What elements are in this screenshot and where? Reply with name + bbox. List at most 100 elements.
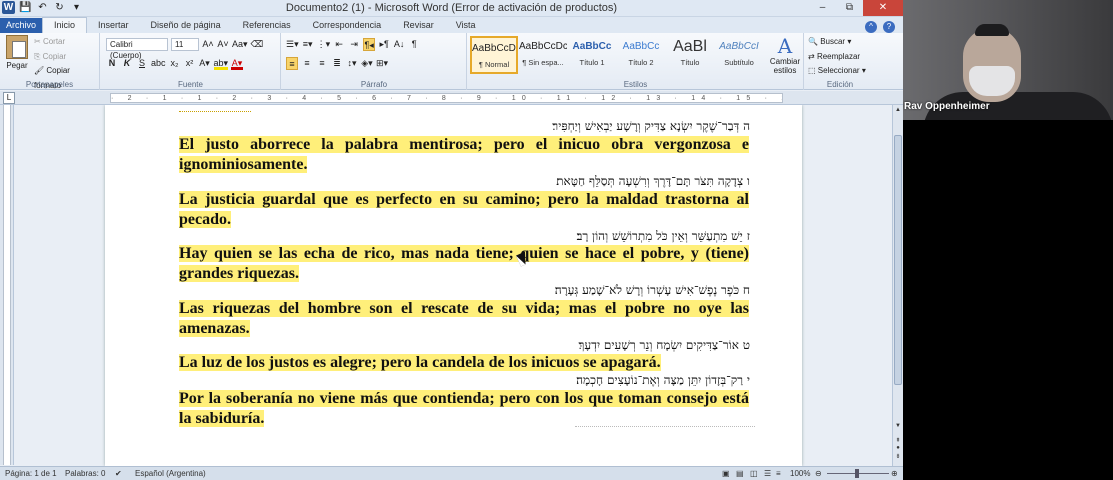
zoom-level[interactable]: 100% — [790, 467, 810, 480]
superscript-icon[interactable]: x² — [184, 57, 196, 70]
tab-vista[interactable]: Vista — [445, 18, 487, 33]
style-titulo-1[interactable]: AaBbCc Título 1 — [568, 36, 616, 74]
font-family-select[interactable]: Calibri (Cuerpo) — [106, 38, 168, 60]
word-count[interactable]: Palabras: 0 — [65, 467, 105, 480]
paragraph-group-label: Párrafo — [360, 80, 388, 89]
underline-icon[interactable]: S — [136, 57, 148, 70]
ruler-scale[interactable]: · 2 · 1 · 1 · 2 · 3 · 4 · 5 · 6 · 7 · 8 … — [110, 93, 783, 103]
copy-button[interactable]: ⎘ Copiar — [34, 50, 99, 65]
strikethrough-icon[interactable]: abc — [151, 57, 166, 70]
italic-icon[interactable]: K — [121, 57, 133, 70]
line-spacing-icon[interactable]: ↕▾ — [346, 57, 358, 70]
proofing-icon[interactable]: ✔ — [115, 467, 122, 480]
view-draft-icon[interactable]: ≡ — [776, 467, 781, 480]
select-label: Seleccionar — [817, 66, 860, 75]
view-full-reading-icon[interactable]: ▤ — [736, 467, 744, 480]
change-styles-button[interactable]: A Cambiar estilos — [767, 35, 803, 75]
subscript-icon[interactable]: x₂ — [169, 57, 181, 70]
style-name: ¶ Sin espa... — [522, 58, 564, 67]
select-button[interactable]: ⬚ Seleccionar ▾ — [808, 64, 866, 79]
sort-icon[interactable]: A↓ — [393, 38, 405, 51]
minimize-ribbon-icon[interactable]: ^ — [865, 21, 877, 33]
view-print-layout-icon[interactable]: ▣ — [722, 467, 730, 480]
highlight-color-icon[interactable]: ab▾ — [213, 57, 229, 70]
style-sin-espaciado[interactable]: AaBbCcDc ¶ Sin espa... — [519, 36, 567, 74]
next-page-icon[interactable]: ⇟ — [894, 453, 902, 461]
scroll-thumb[interactable] — [894, 135, 902, 385]
close-button[interactable]: ✕ — [863, 0, 903, 16]
grow-font-icon[interactable]: A˄ — [202, 38, 214, 51]
font-row-2: N K S abc x₂ x² A▾ ab▾ A▾ — [106, 57, 244, 70]
change-case-icon[interactable]: Aa▾ — [232, 38, 248, 51]
zoom-slider-knob[interactable] — [855, 469, 859, 478]
justify-icon[interactable]: ≣ — [331, 57, 343, 70]
window-title: Documento2 (1) - Microsoft Word (Error d… — [285, 2, 618, 14]
view-outline-icon[interactable]: ☰ — [764, 467, 771, 480]
change-styles-label: Cambiar estilos — [769, 57, 801, 75]
cut-button[interactable]: ✂ Cortar — [34, 35, 99, 50]
zoom-out-icon[interactable]: ⊖ — [815, 467, 822, 480]
help-area: ^ ? — [865, 21, 895, 33]
show-marks-icon[interactable]: ¶ — [408, 38, 420, 51]
language-indicator[interactable]: Español (Argentina) — [135, 467, 206, 480]
shrink-font-icon[interactable]: A˅ — [217, 38, 229, 51]
editing-commands: 🔍 Buscar ▾ ⇄ Reemplazar ⬚ Seleccionar ▾ — [808, 35, 866, 79]
prev-page-icon[interactable]: ⇞ — [894, 437, 902, 445]
help-icon[interactable]: ? — [883, 21, 895, 33]
vertical-ruler-scale[interactable] — [3, 105, 11, 465]
styles-gallery: AaBbCcDc ¶ Normal AaBbCcDc ¶ Sin espa...… — [470, 36, 765, 76]
align-center-icon[interactable]: ≡ — [301, 57, 313, 70]
style-titulo[interactable]: AaBl Título — [666, 36, 714, 74]
numbering-icon[interactable]: ≡▾ — [302, 38, 314, 51]
ribbon: Pegar ✂ Cortar ⎘ Copiar 🖌 Copiar formato… — [0, 33, 903, 90]
font-group-label: Fuente — [178, 80, 203, 89]
style-normal[interactable]: AaBbCcDc ¶ Normal — [470, 36, 518, 74]
multilevel-list-icon[interactable]: ⋮▾ — [317, 38, 331, 51]
tab-selector-button[interactable]: L — [3, 92, 15, 104]
replace-button[interactable]: ⇄ Reemplazar — [808, 50, 866, 65]
tab-insertar[interactable]: Insertar — [87, 18, 140, 33]
hebrew-verse: י רַק־בְּזָדוֹן יִתֵּן מַצָּה וְאֶת־נוֹע… — [576, 373, 750, 387]
rtl-direction-icon[interactable]: ¶◂ — [363, 38, 376, 51]
align-left-icon[interactable]: ≡ — [286, 57, 298, 70]
paragraph-group: ☰▾ ≡▾ ⋮▾ ⇤ ⇥ ¶◂ ▸¶ A↓ ¶ ≡ ≡ ≡ ≣ ↕▾ ◈▾ ⊞▾… — [282, 33, 467, 90]
bullets-icon[interactable]: ☰▾ — [286, 38, 299, 51]
view-web-layout-icon[interactable]: ◫ — [750, 467, 758, 480]
dotted-mark — [179, 111, 251, 112]
zoom-in-icon[interactable]: ⊕ — [891, 467, 898, 480]
document-page[interactable]: ה דְּבַר־שֶׁקֶר יִשְׂנָא צַדִּיק וְרָשָׁ… — [105, 105, 802, 466]
font-row-1: Calibri (Cuerpo) 11 A˄ A˅ Aa▾ ⌫ — [106, 38, 264, 60]
ltr-direction-icon[interactable]: ▸¶ — [378, 38, 390, 51]
scroll-up-icon[interactable]: ▲ — [894, 107, 902, 115]
browse-object-icon[interactable]: ● — [894, 445, 902, 453]
vertical-scrollbar[interactable]: ▲ ▼ ⇞ ● ⇟ — [892, 105, 903, 466]
shading-icon[interactable]: ◈▾ — [361, 57, 373, 70]
maximize-button[interactable]: ⧉ — [836, 0, 863, 16]
align-right-icon[interactable]: ≡ — [316, 57, 328, 70]
tab-correspondencia[interactable]: Correspondencia — [302, 18, 393, 33]
decrease-indent-icon[interactable]: ⇤ — [333, 38, 345, 51]
increase-indent-icon[interactable]: ⇥ — [348, 38, 360, 51]
minimize-button[interactable]: – — [809, 0, 836, 16]
tab-referencias[interactable]: Referencias — [232, 18, 302, 33]
bold-icon[interactable]: N — [106, 57, 118, 70]
font-color-icon[interactable]: A▾ — [231, 57, 244, 70]
find-button[interactable]: 🔍 Buscar ▾ — [808, 35, 866, 50]
clear-format-icon[interactable]: ⌫ — [251, 38, 264, 51]
hebrew-verse: ז יֵשׁ מִתְעַשֵּׁר וְאֵין כֹּל מִתְרוֹשֵ… — [576, 229, 750, 243]
style-titulo-2[interactable]: AaBbCc Título 2 — [617, 36, 665, 74]
spanish-verse-text: La justicia guardal que es perfecto en s… — [179, 191, 749, 228]
borders-icon[interactable]: ⊞▾ — [376, 57, 388, 70]
scroll-down-icon[interactable]: ▼ — [894, 423, 902, 431]
ribbon-tabs: Archivo Inicio Insertar Diseño de página… — [0, 17, 903, 33]
style-subtitulo[interactable]: AaBbCcI Subtítulo — [715, 36, 763, 74]
tab-archivo[interactable]: Archivo — [0, 18, 43, 33]
text-effects-icon[interactable]: A▾ — [199, 57, 211, 70]
tab-revisar[interactable]: Revisar — [392, 18, 445, 33]
paste-button[interactable]: Pegar — [4, 35, 30, 70]
tab-inicio[interactable]: Inicio — [42, 17, 88, 33]
font-group: Calibri (Cuerpo) 11 A˄ A˅ Aa▾ ⌫ N K S ab… — [101, 33, 281, 90]
font-size-select[interactable]: 11 — [171, 38, 199, 51]
page-count[interactable]: Página: 1 de 1 — [5, 467, 57, 480]
tab-diseno-pagina[interactable]: Diseño de página — [140, 18, 232, 33]
